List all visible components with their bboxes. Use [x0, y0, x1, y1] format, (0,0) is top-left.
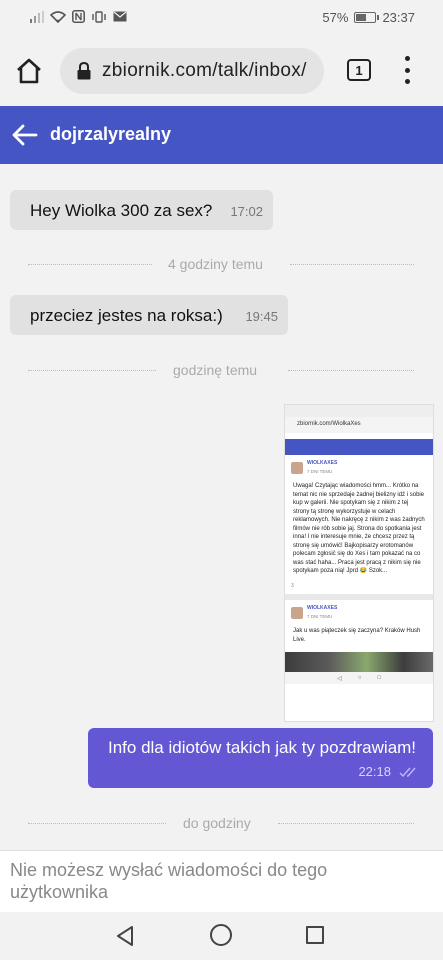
- incoming-message: przeciez jestes na roksa:) 19:45: [10, 295, 288, 335]
- status-icons-left: [30, 10, 127, 23]
- chat-header: dojrzalyrealny: [0, 106, 443, 164]
- nav-back-icon[interactable]: [114, 924, 136, 948]
- attachment-navbar: [285, 439, 433, 455]
- attachment-recent-icon: □: [377, 675, 381, 681]
- attachment-post-user: WIOLKAXES 7 DNI TEMU: [291, 459, 427, 476]
- attachment-likes: 3: [291, 582, 294, 589]
- attachment-post-text: Uwaga! Czytając wiadomości hmm... Krótko…: [293, 483, 425, 574]
- nav-home-icon[interactable]: [210, 924, 232, 946]
- more-options-icon[interactable]: [400, 56, 414, 84]
- avatar: [291, 606, 303, 619]
- back-arrow-icon[interactable]: [12, 123, 38, 147]
- signal-icon: [30, 10, 44, 23]
- browser-toolbar: zbiornik.com/talk/inbox/ 1: [0, 36, 443, 106]
- attachment-photo: [285, 652, 433, 672]
- attachment-status-bar: [285, 405, 433, 417]
- battery-icon: [354, 12, 380, 23]
- attachment-post-user: WIOLKAXES 7 DNI TEMU: [291, 604, 427, 621]
- attachment-post-meta: 7 DNI TEMU: [307, 613, 333, 619]
- attachment-home-icon: ○: [357, 675, 362, 681]
- time-separator: godzinę temu: [28, 360, 414, 380]
- incoming-message: Hey Wiolka 300 za sex? 17:02: [10, 190, 273, 230]
- message-text: przeciez jestes na roksa:): [30, 306, 223, 325]
- nfc-icon: [72, 10, 85, 23]
- read-receipt-icon: [399, 767, 416, 778]
- image-attachment[interactable]: zbiornik.com/WiolkaXes WIOLKAXES 7 DNI T…: [284, 404, 434, 722]
- url-text: zbiornik.com/talk/inbox/: [102, 60, 307, 81]
- attachment-post: WIOLKAXES 7 DNI TEMU Jak u was piąteczek…: [285, 600, 433, 648]
- message-text: Info dla idiotów takich jak ty pozdrawia…: [108, 738, 417, 757]
- separator-label: do godziny: [183, 815, 251, 831]
- attachment-post-text: Jak u was piąteczek się zaczyna? Kraków …: [293, 628, 421, 643]
- time-separator: do godziny: [28, 813, 414, 833]
- message-time: 17:02: [230, 204, 263, 219]
- avatar: [291, 461, 303, 474]
- message-time: 22:18: [358, 764, 391, 779]
- attachment-back-icon: ◁: [337, 675, 342, 682]
- attachment-post-meta: 7 DNI TEMU: [307, 468, 333, 474]
- vibrate-icon: [92, 10, 106, 23]
- attachment-post: WIOLKAXES 7 DNI TEMU Uwaga! Czytając wia…: [285, 455, 433, 594]
- nav-recents-icon[interactable]: [306, 926, 324, 944]
- mail-icon: [113, 11, 127, 22]
- message-list[interactable]: Hey Wiolka 300 za sex? 17:02 4 godziny t…: [0, 164, 443, 850]
- outgoing-message: Info dla idiotów takich jak ty pozdrawia…: [88, 728, 433, 788]
- wifi-icon: [50, 10, 66, 23]
- lock-icon: [77, 62, 91, 80]
- system-nav-bar: [0, 912, 443, 960]
- clock: 23:37: [382, 10, 415, 25]
- time-separator: 4 godziny temu: [28, 254, 414, 274]
- message-text: Hey Wiolka 300 za sex?: [30, 201, 213, 220]
- separator-label: 4 godziny temu: [168, 256, 263, 272]
- battery-percent: 57%: [322, 10, 349, 25]
- attachment-username: WIOLKAXES: [307, 605, 338, 611]
- page: 57% 23:37 zbiornik.com/talk/inbox/ 1 doj…: [0, 0, 443, 960]
- tabs-button[interactable]: 1: [347, 59, 371, 81]
- status-bar: 57% 23:37: [0, 0, 443, 36]
- cannot-message-notice: Nie możesz wysłać wiadomości do tego uży…: [10, 860, 328, 902]
- status-icons-right: 57% 23:37: [322, 10, 415, 25]
- message-time: 19:45: [245, 309, 278, 324]
- separator-label: godzinę temu: [173, 362, 258, 378]
- address-bar[interactable]: zbiornik.com/talk/inbox/: [60, 48, 324, 94]
- attachment-username: WIOLKAXES: [307, 460, 338, 466]
- home-icon[interactable]: [14, 56, 44, 86]
- conversation-title[interactable]: dojrzalyrealny: [50, 124, 171, 145]
- attachment-url: zbiornik.com/WiolkaXes: [285, 417, 433, 433]
- composer: Nie możesz wysłać wiadomości do tego uży…: [0, 850, 443, 912]
- attachment-nav-buttons: ◁ ○ □: [285, 672, 433, 684]
